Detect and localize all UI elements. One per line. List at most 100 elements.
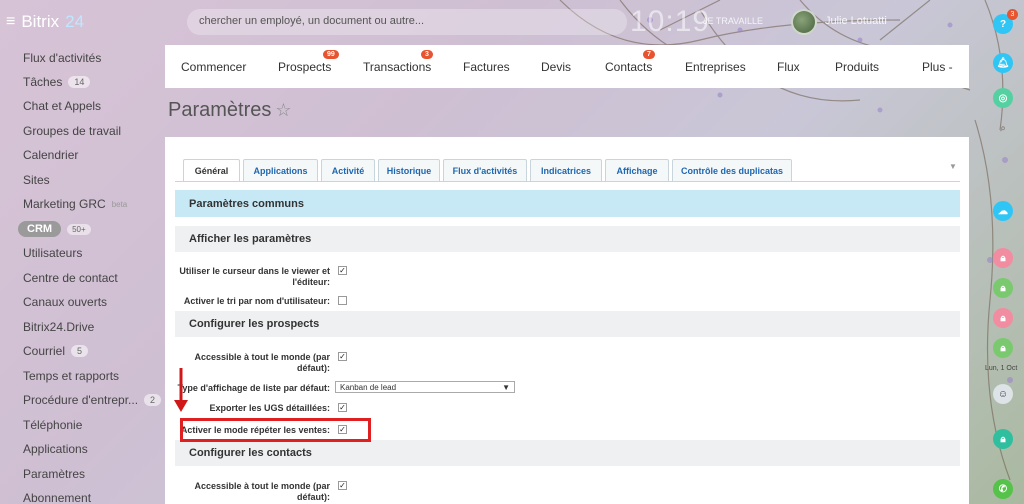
contact-avatar-icon[interactable]: ☺ — [993, 384, 1013, 404]
tab-activity[interactable]: Activité — [321, 159, 375, 181]
sidebar-item-settings[interactable]: Paramètres — [23, 464, 85, 484]
sidebar-item-tasks[interactable]: Tâches 14 — [23, 72, 91, 92]
sidebar-item-label: Sites — [23, 173, 50, 187]
help-badge: 3 — [1007, 9, 1018, 20]
sidebar-item-label: Abonnement — [23, 491, 92, 504]
prospects-public-checkbox[interactable]: ✓ — [338, 352, 347, 361]
nav-transactions[interactable]: Transactions 3 — [363, 50, 433, 74]
sidebar-item-applications[interactable]: Applications — [23, 439, 88, 459]
nav-quotes[interactable]: Devis — [541, 60, 571, 74]
contacts-public-label: Accessible à tout le monde (par défaut): — [194, 481, 330, 502]
annotation-arrow-icon — [174, 368, 188, 412]
menu-icon[interactable]: ≡ — [6, 13, 15, 31]
sidebar-item-marketing[interactable]: Marketing GRC beta — [23, 194, 127, 214]
sidebar-item-workflows[interactable]: Procédure d'entrepr... 2 — [23, 390, 162, 410]
sidebar-item-label: Temps et rapports — [23, 369, 120, 383]
tab-duplicates[interactable]: Contrôle des duplicatas — [672, 159, 792, 181]
sidebar-item-label: Flux d'activités — [23, 51, 102, 65]
nav-stream[interactable]: Flux — [777, 60, 800, 74]
crm-count: 50+ — [67, 223, 91, 235]
nav-invoices[interactable]: Factures — [463, 60, 510, 74]
work-status[interactable]: JE TRAVAILLE — [703, 16, 763, 26]
workflows-count: 2 — [144, 394, 162, 406]
nav-prospects[interactable]: Prospects 99 — [278, 50, 339, 74]
notifications-icon[interactable]: 🔔︎ — [993, 53, 1013, 73]
lock-icon[interactable]: 🔒︎ — [993, 278, 1013, 298]
star-icon[interactable]: ☆ — [275, 100, 291, 120]
sidebar-item-subscription[interactable]: Abonnement — [23, 488, 91, 504]
tab-general[interactable]: Général — [183, 159, 240, 181]
sidebar: Flux d'activités Tâches 14 Chat et Appels… — [0, 44, 165, 504]
contacts-public-checkbox[interactable]: ✓ — [338, 481, 347, 490]
nav-products[interactable]: Produits — [835, 60, 879, 74]
lock-icon[interactable]: 🔒︎ — [993, 308, 1013, 328]
nav-contacts[interactable]: Contacts 7 — [605, 50, 655, 74]
tab-indicators[interactable]: Indicatrices — [530, 159, 602, 181]
tasks-count: 14 — [68, 76, 91, 88]
lock-icon[interactable]: 🔒︎ — [993, 248, 1013, 268]
sidebar-item-label: Tâches — [23, 75, 63, 89]
rail-date: Lun, 1 Oct — [985, 365, 1018, 372]
avatar[interactable] — [791, 9, 817, 35]
sidebar-item-label: Chat et Appels — [23, 99, 102, 113]
open-channels-icon[interactable]: ◎ — [993, 88, 1013, 108]
lock-icon[interactable]: 🔒︎ — [993, 338, 1013, 358]
sidebar-item-drive[interactable]: Bitrix24.Drive — [23, 317, 94, 337]
phone-icon[interactable]: ✆ — [993, 479, 1013, 499]
export-ugs-checkbox[interactable]: ✓ — [338, 403, 347, 412]
nav-start[interactable]: Commencer — [181, 60, 246, 74]
nav-companies[interactable]: Entreprises — [685, 60, 746, 74]
sidebar-item-label: Canaux ouverts — [23, 295, 108, 309]
sidebar-item-users[interactable]: Utilisateurs — [23, 243, 82, 263]
sidebar-item-mail[interactable]: Courriel 5 — [23, 341, 89, 361]
sidebar-item-calendar[interactable]: Calendrier — [23, 145, 78, 165]
beta-tag: beta — [111, 199, 128, 209]
sidebar-item-open-channels[interactable]: Canaux ouverts — [23, 292, 107, 312]
tabs-expand-icon[interactable]: ▼ — [949, 162, 957, 171]
sidebar-item-label: Procédure d'entrepr... — [23, 393, 139, 407]
sort-username-checkbox[interactable] — [338, 296, 347, 305]
cursor-viewer-checkbox[interactable]: ✓ — [338, 266, 347, 275]
sidebar-item-contact-center[interactable]: Centre de contact — [23, 268, 118, 288]
mail-count: 5 — [71, 345, 89, 357]
user-name[interactable]: Julie Lotuatti — [825, 15, 887, 27]
sidebar-item-label: Applications — [23, 442, 88, 456]
nav-more[interactable]: Plus - — [922, 60, 953, 74]
list-display-type-select[interactable]: Kanban de lead ▼ — [335, 381, 515, 393]
tab-activity-stream[interactable]: Flux d'activités — [443, 159, 527, 181]
select-value: Kanban de lead — [340, 382, 397, 392]
settings-panel: Général Applications Activité Historique… — [165, 137, 969, 504]
sidebar-item-label: Groupes de travail — [23, 124, 122, 138]
sidebar-item-workgroups[interactable]: Groupes de travail — [23, 121, 121, 141]
tab-applications[interactable]: Applications — [243, 159, 318, 181]
logo[interactable]: ≡ Bitrix 24 — [6, 12, 84, 32]
nav-label: Prospects — [278, 60, 332, 74]
sidebar-item-label: Bitrix24.Drive — [23, 320, 95, 334]
export-ugs-label: Exporter les UGS détaillées: — [209, 403, 330, 413]
sidebar-item-activity-stream[interactable]: Flux d'activités — [23, 48, 101, 68]
search-icon[interactable]: ⌕ — [993, 118, 1013, 138]
section-prospects: Configurer les prospects — [175, 311, 960, 337]
tab-divider — [175, 181, 960, 182]
search-input[interactable]: chercher un employé, un document ou autr… — [187, 9, 627, 35]
lock-icon[interactable]: 🔒︎ — [993, 429, 1013, 449]
contacts-badge: 7 — [643, 50, 655, 59]
page-title: Paramètres ☆ — [168, 99, 292, 122]
sidebar-item-label: Centre de contact — [23, 271, 118, 285]
sidebar-item-label: Courriel — [23, 344, 66, 358]
sidebar-item-label: CRM — [18, 221, 62, 237]
sidebar-item-crm[interactable]: CRM 50+ — [18, 219, 91, 239]
sidebar-item-time-reports[interactable]: Temps et rapports — [23, 366, 119, 386]
prospects-public-label: Accessible à tout le monde (par défaut): — [194, 352, 330, 373]
page-title-text: Paramètres — [168, 99, 272, 121]
nav-label: Transactions — [363, 60, 432, 74]
sidebar-item-chat[interactable]: Chat et Appels — [23, 96, 101, 116]
tab-history[interactable]: Historique — [378, 159, 440, 181]
tab-display[interactable]: Affichage — [605, 159, 669, 181]
sidebar-item-sites[interactable]: Sites — [23, 170, 50, 190]
sidebar-item-label: Calendrier — [23, 148, 79, 162]
cloud-icon[interactable]: ☁ — [993, 201, 1013, 221]
list-display-type-label: Type d'affichage de liste par défaut: — [177, 383, 330, 393]
section-common: Paramètres communs — [175, 190, 960, 217]
sidebar-item-telephony[interactable]: Téléphonie — [23, 415, 82, 435]
